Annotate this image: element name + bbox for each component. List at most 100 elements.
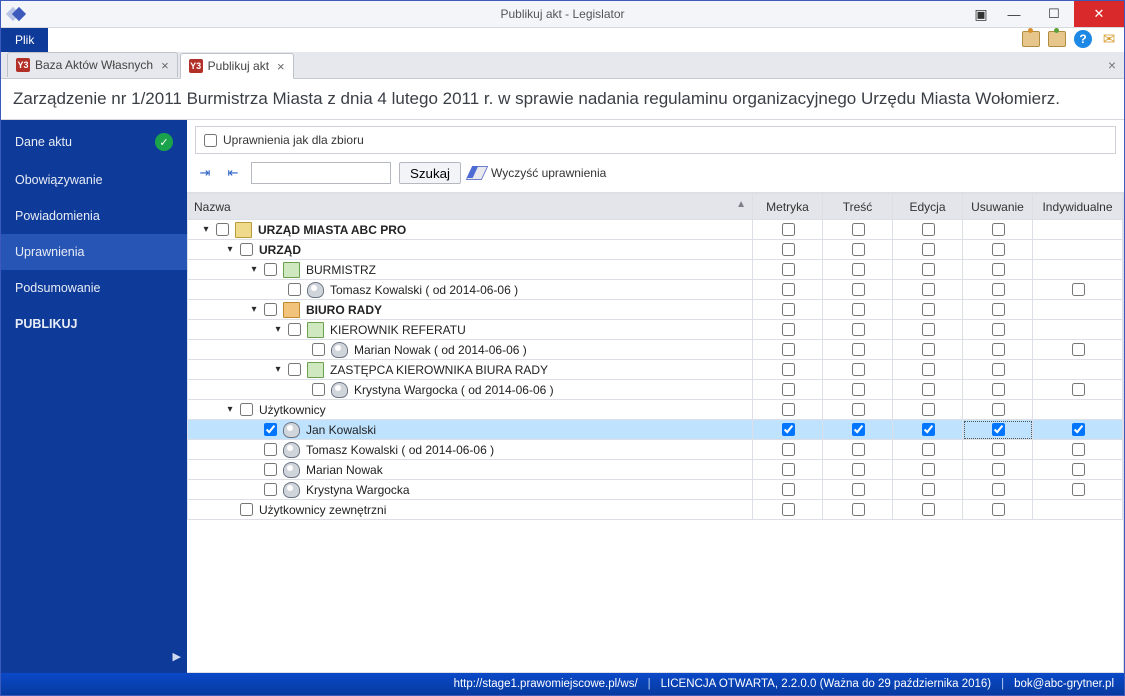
col-metryka[interactable]: Metryka	[753, 194, 823, 220]
inherit-permissions-checkbox[interactable]	[204, 134, 217, 147]
perm-m-checkbox[interactable]	[782, 383, 795, 396]
col-tresc[interactable]: Treść	[823, 194, 893, 220]
perm-t-checkbox[interactable]	[852, 343, 865, 356]
perm-t-checkbox[interactable]	[852, 323, 865, 336]
perm-u-checkbox[interactable]	[992, 243, 1005, 256]
perm-t-checkbox[interactable]	[852, 223, 865, 236]
perm-t-checkbox[interactable]	[852, 283, 865, 296]
perm-e-checkbox[interactable]	[922, 243, 935, 256]
tree-arrow-icon[interactable]: ▾	[272, 364, 284, 375]
perm-m-checkbox[interactable]	[782, 323, 795, 336]
perm-t-checkbox[interactable]	[852, 363, 865, 376]
close-all-tabs-icon[interactable]: ×	[1108, 57, 1116, 73]
sidebar-item-publikuj[interactable]: PUBLIKUJ	[1, 306, 187, 342]
perm-t-checkbox[interactable]	[852, 423, 865, 436]
mail-icon[interactable]: ✉	[1100, 30, 1118, 48]
perm-u-checkbox[interactable]	[992, 383, 1005, 396]
table-row[interactable]: ▾Użytkownicy	[188, 400, 1123, 420]
perm-e-checkbox[interactable]	[922, 303, 935, 316]
perm-i-checkbox[interactable]	[1072, 283, 1085, 296]
sidebar-item-obowiązywanie[interactable]: Obowiązywanie	[1, 162, 187, 198]
inbox-out-icon[interactable]	[1022, 31, 1040, 47]
perm-u-checkbox[interactable]	[992, 263, 1005, 276]
perm-u-checkbox[interactable]	[992, 283, 1005, 296]
table-row[interactable]: ▾BIURO RADY	[188, 300, 1123, 320]
menu-file[interactable]: Plik	[1, 28, 48, 52]
row-checkbox[interactable]	[312, 343, 325, 356]
perm-u-checkbox[interactable]	[992, 403, 1005, 416]
perm-u-checkbox[interactable]	[992, 503, 1005, 516]
row-checkbox[interactable]	[240, 403, 253, 416]
perm-e-checkbox[interactable]	[922, 223, 935, 236]
perm-u-checkbox[interactable]	[992, 363, 1005, 376]
perm-m-checkbox[interactable]	[782, 243, 795, 256]
collapse-all-icon[interactable]: ⇤	[223, 163, 243, 183]
perm-e-checkbox[interactable]	[922, 463, 935, 476]
minimize-button[interactable]: —	[994, 1, 1034, 27]
table-row[interactable]: ▾ZASTĘPCA KIEROWNIKA BIURA RADY	[188, 360, 1123, 380]
inbox-in-icon[interactable]	[1048, 31, 1066, 47]
perm-e-checkbox[interactable]	[922, 503, 935, 516]
maximize-button[interactable]: ☐	[1034, 1, 1074, 27]
perm-i-checkbox[interactable]	[1072, 443, 1085, 456]
row-checkbox[interactable]	[264, 463, 277, 476]
sidebar-collapse-icon[interactable]: ▶	[173, 650, 181, 663]
perm-u-checkbox[interactable]	[992, 323, 1005, 336]
table-row[interactable]: ▾URZĄD MIASTA ABC PRO	[188, 220, 1123, 240]
table-row[interactable]: Marian Nowak	[188, 460, 1123, 480]
perm-e-checkbox[interactable]	[922, 283, 935, 296]
sidebar-item-podsumowanie[interactable]: Podsumowanie	[1, 270, 187, 306]
perm-t-checkbox[interactable]	[852, 443, 865, 456]
row-checkbox[interactable]	[288, 363, 301, 376]
col-name[interactable]: Nazwa▲	[188, 194, 753, 220]
perm-e-checkbox[interactable]	[922, 363, 935, 376]
table-row[interactable]: Tomasz Kowalski ( od 2014-06-06 )	[188, 280, 1123, 300]
perm-t-checkbox[interactable]	[852, 243, 865, 256]
table-row[interactable]: ▾URZĄD	[188, 240, 1123, 260]
sidebar-item-uprawnienia[interactable]: Uprawnienia	[1, 234, 187, 270]
perm-i-checkbox[interactable]	[1072, 343, 1085, 356]
perm-t-checkbox[interactable]	[852, 403, 865, 416]
perm-e-checkbox[interactable]	[922, 443, 935, 456]
perm-e-checkbox[interactable]	[922, 423, 935, 436]
perm-m-checkbox[interactable]	[782, 463, 795, 476]
row-checkbox[interactable]	[288, 323, 301, 336]
perm-m-checkbox[interactable]	[782, 283, 795, 296]
tab-baza-akt-w-w-asnych[interactable]: Y3Baza Aktów Własnych×	[7, 52, 178, 77]
tab-publikuj-akt[interactable]: Y3Publikuj akt×	[180, 53, 294, 79]
perm-m-checkbox[interactable]	[782, 343, 795, 356]
tree-arrow-icon[interactable]: ▾	[224, 404, 236, 415]
row-checkbox[interactable]	[264, 263, 277, 276]
tree-arrow-icon[interactable]: ▾	[248, 304, 260, 315]
perm-m-checkbox[interactable]	[782, 303, 795, 316]
perm-i-checkbox[interactable]	[1072, 483, 1085, 496]
table-row[interactable]: Użytkownicy zewnętrzni	[188, 500, 1123, 520]
window-mode-icon[interactable]: ▣	[968, 1, 994, 27]
perm-m-checkbox[interactable]	[782, 363, 795, 376]
close-button[interactable]: ✕	[1074, 1, 1124, 27]
table-row[interactable]: Tomasz Kowalski ( od 2014-06-06 )	[188, 440, 1123, 460]
table-row[interactable]: Krystyna Wargocka	[188, 480, 1123, 500]
perm-m-checkbox[interactable]	[782, 423, 795, 436]
perm-i-checkbox[interactable]	[1072, 383, 1085, 396]
expand-all-icon[interactable]: ⇥	[195, 163, 215, 183]
row-checkbox[interactable]	[240, 503, 253, 516]
perm-t-checkbox[interactable]	[852, 483, 865, 496]
perm-u-checkbox[interactable]	[992, 483, 1005, 496]
perm-u-checkbox[interactable]	[992, 423, 1005, 436]
perm-m-checkbox[interactable]	[782, 263, 795, 276]
help-icon[interactable]: ?	[1074, 30, 1092, 48]
perm-t-checkbox[interactable]	[852, 383, 865, 396]
row-checkbox[interactable]	[264, 303, 277, 316]
perm-e-checkbox[interactable]	[922, 403, 935, 416]
perm-m-checkbox[interactable]	[782, 483, 795, 496]
tree-arrow-icon[interactable]: ▾	[248, 264, 260, 275]
table-row[interactable]: ▾BURMISTRZ	[188, 260, 1123, 280]
perm-u-checkbox[interactable]	[992, 343, 1005, 356]
perm-i-checkbox[interactable]	[1072, 463, 1085, 476]
perm-e-checkbox[interactable]	[922, 343, 935, 356]
perm-m-checkbox[interactable]	[782, 403, 795, 416]
perm-t-checkbox[interactable]	[852, 263, 865, 276]
table-row[interactable]: ▾KIEROWNIK REFERATU	[188, 320, 1123, 340]
perm-t-checkbox[interactable]	[852, 503, 865, 516]
